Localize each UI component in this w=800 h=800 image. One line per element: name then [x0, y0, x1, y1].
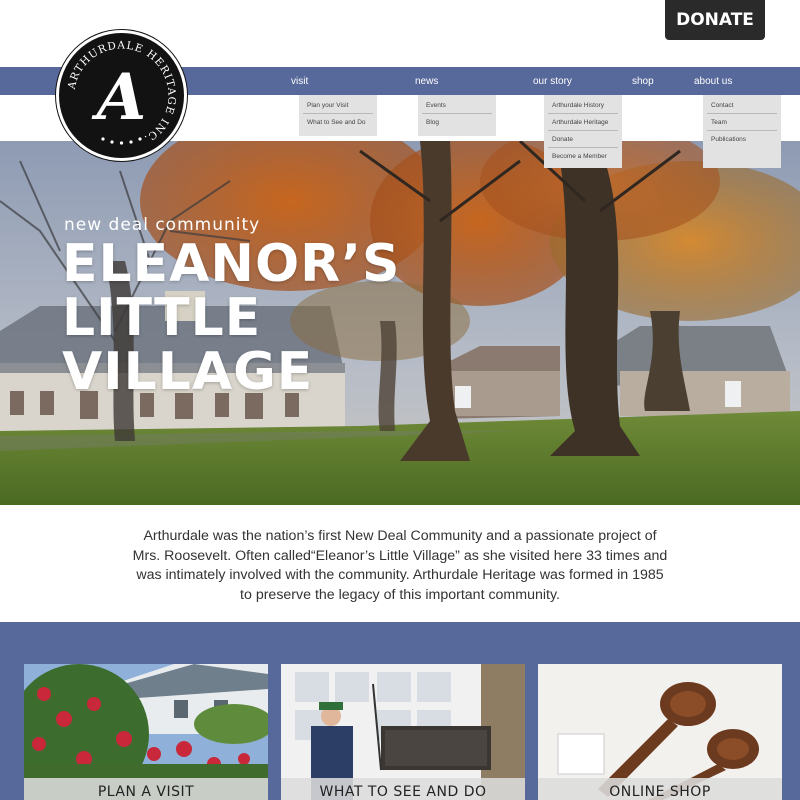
- card-online-shop[interactable]: ONLINE SHOP: [538, 664, 782, 800]
- dropdown-item-blog[interactable]: Blog: [422, 114, 492, 131]
- dropdown-visit: Plan your Visit What to See and Do: [299, 95, 377, 136]
- logo-stars: [101, 137, 142, 145]
- hero-title-line-1: ELEANOR’S: [62, 234, 401, 294]
- dropdown-item-publications[interactable]: Publications: [707, 131, 777, 148]
- nav-item-news[interactable]: news: [415, 67, 438, 95]
- dropdown-item-contact[interactable]: Contact: [707, 97, 777, 114]
- logo-emblem: ARTHURDALE HERITAGE INC. A: [66, 39, 177, 145]
- logo-letter: A: [92, 60, 147, 135]
- dropdown-item-arthurdale-history[interactable]: Arthurdale History: [548, 97, 618, 114]
- donate-button[interactable]: DONATE: [665, 0, 765, 40]
- hero-title-line-3: VILLAGE: [62, 342, 314, 402]
- dropdown-news: Events Blog: [418, 95, 496, 136]
- dropdown-item-what-to-see[interactable]: What to See and Do: [303, 114, 373, 131]
- nav-item-our-story[interactable]: our story: [533, 67, 572, 95]
- dropdown-item-plan-your-visit[interactable]: Plan your Visit: [303, 97, 373, 114]
- card-what-to-see-label: WHAT TO SEE AND DO: [281, 778, 525, 800]
- card-plan-a-visit-label: PLAN A VISIT: [24, 778, 268, 800]
- dropdown-item-events[interactable]: Events: [422, 97, 492, 114]
- hero-banner: new deal community ELEANOR’S LITTLE VILL…: [0, 141, 800, 505]
- page: new deal community ELEANOR’S LITTLE VILL…: [0, 0, 800, 800]
- nav-item-visit[interactable]: visit: [291, 67, 308, 95]
- dropdown-item-arthurdale-heritage[interactable]: Arthurdale Heritage: [548, 114, 618, 131]
- dropdown-item-team[interactable]: Team: [707, 114, 777, 131]
- nav-item-shop[interactable]: shop: [632, 67, 654, 95]
- dropdown-item-donate[interactable]: Donate: [548, 131, 618, 148]
- intro-paragraph: Arthurdale was the nation’s first New De…: [132, 528, 668, 603]
- dropdown-about-us: Contact Team Publications: [703, 95, 781, 168]
- site-logo[interactable]: ARTHURDALE HERITAGE INC. A: [56, 30, 187, 161]
- hero-kicker: new deal community: [64, 215, 261, 235]
- dropdown-item-become-member[interactable]: Become a Member: [548, 148, 618, 165]
- hero-title-line-2: LITTLE: [62, 288, 262, 348]
- card-online-shop-label: ONLINE SHOP: [538, 778, 782, 800]
- card-plan-a-visit[interactable]: PLAN A VISIT: [24, 664, 268, 800]
- hero-title: ELEANOR’S LITTLE VILLAGE: [62, 237, 400, 399]
- nav-item-about-us[interactable]: about us: [694, 67, 732, 95]
- dropdown-our-story: Arthurdale History Arthurdale Heritage D…: [544, 95, 622, 168]
- card-what-to-see[interactable]: WHAT TO SEE AND DO: [281, 664, 525, 800]
